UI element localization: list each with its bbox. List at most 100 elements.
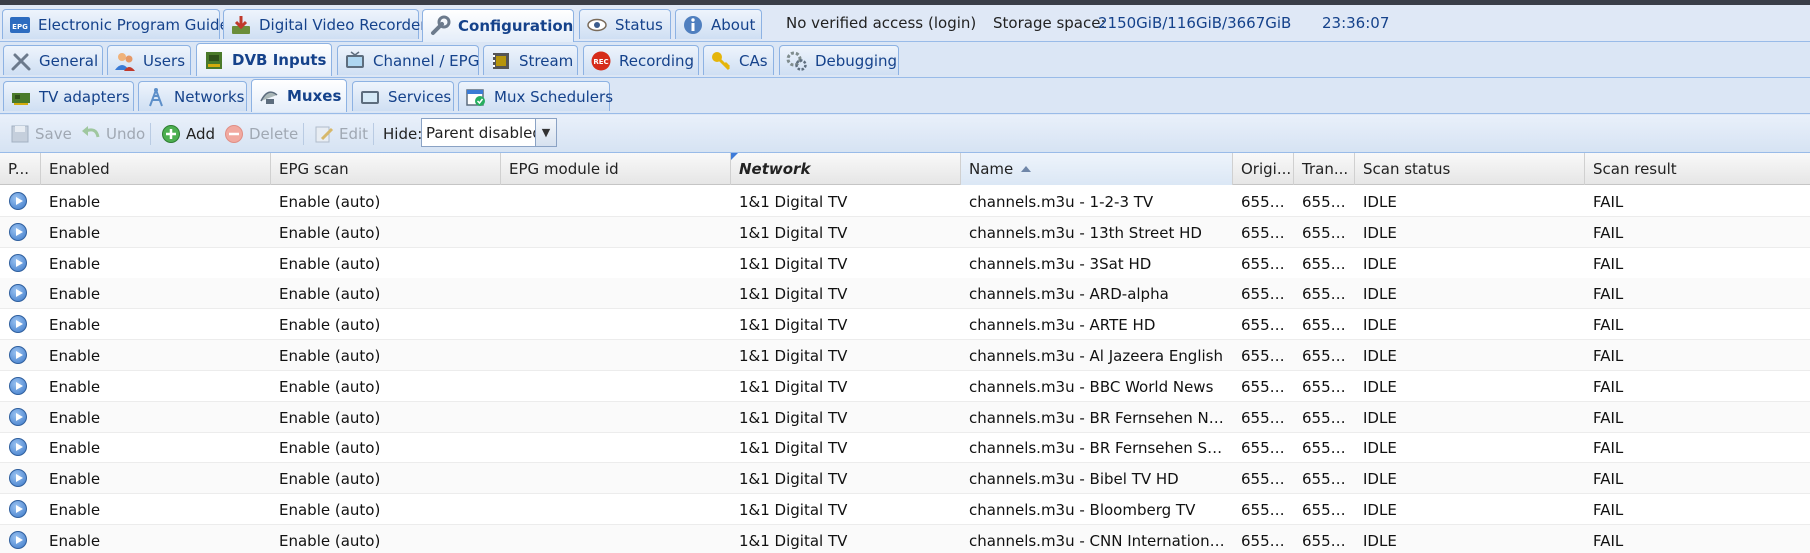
tab-stream[interactable]: Stream xyxy=(483,45,578,75)
table-row[interactable]: Enable Enable (auto) 1&1 Digital TV channel… xyxy=(0,248,1810,279)
original-network-id-cell: 65536 xyxy=(1241,316,1289,335)
network-header-label: Network xyxy=(739,160,811,178)
name-cell: channels.m3u - Bloomberg TV xyxy=(969,501,1196,519)
tab-label: General xyxy=(39,51,99,70)
scan-result-cell: FAIL xyxy=(1593,501,1624,519)
tab-about[interactable]: About xyxy=(675,9,762,39)
play-icon[interactable] xyxy=(9,438,27,457)
play-icon[interactable] xyxy=(9,500,27,518)
tab-users[interactable]: Users xyxy=(107,45,191,75)
enabled-cell: Enable xyxy=(49,285,101,304)
play-icon[interactable] xyxy=(9,315,27,334)
info-icon xyxy=(682,14,704,36)
edit-button[interactable]: Edit xyxy=(313,121,368,147)
tab-channel-epg[interactable]: Channel / EPG xyxy=(337,45,479,75)
table-row[interactable]: Enable Enable (auto) 1&1 Digital TV channel… xyxy=(0,340,1810,371)
scan-result-cell: FAIL xyxy=(1593,316,1624,335)
column-header-name[interactable]: Name xyxy=(961,153,1233,185)
tab-label: Debugging xyxy=(815,51,898,70)
epg-scan-cell: Enable (auto) xyxy=(279,408,381,427)
tab-dvb-inputs[interactable]: DVB Inputs xyxy=(196,43,332,76)
name-cell: channels.m3u - BR Fernsehen Nord... xyxy=(969,408,1233,427)
tab-label: CAs xyxy=(739,51,768,70)
tab-general[interactable]: General xyxy=(3,45,103,75)
table-row[interactable]: Enable Enable (auto) 1&1 Digital TV channel… xyxy=(0,278,1810,310)
network-cell: 1&1 Digital TV xyxy=(739,285,848,304)
play-icon[interactable] xyxy=(9,284,27,303)
transport-stream-id-cell: 65536 xyxy=(1302,439,1350,458)
transport-stream-id-cell: 65536 xyxy=(1302,347,1350,365)
table-row[interactable]: Enable Enable (auto) 1&1 Digital TV channel… xyxy=(0,524,1810,553)
column-header-play[interactable]: P... xyxy=(0,153,41,185)
table-row[interactable]: Enable Enable (auto) 1&1 Digital TV channel… xyxy=(0,186,1810,217)
column-header-epg-scan[interactable]: EPG scan xyxy=(271,153,501,185)
play-icon[interactable] xyxy=(9,253,27,272)
tab-label: Configuration xyxy=(458,17,574,35)
storage-value: 2150GiB/116GiB/3667GiB xyxy=(1098,14,1292,32)
undo-button[interactable]: Undo xyxy=(80,121,145,147)
login-link[interactable]: (login) xyxy=(928,5,976,41)
epg-scan-cell: Enable (auto) xyxy=(279,285,381,304)
transport-stream-id-cell: 65536 xyxy=(1302,531,1350,550)
tab-networks[interactable]: Networks xyxy=(138,81,247,111)
tab-tv-adapters[interactable]: TV adapters xyxy=(3,81,134,111)
tab-digital-video-recorder[interactable]: Digital Video Recorder xyxy=(223,9,426,39)
scan-status-cell: IDLE xyxy=(1363,408,1397,427)
save-label: Save xyxy=(35,125,72,143)
network-cell: 1&1 Digital TV xyxy=(739,377,848,396)
play-icon[interactable] xyxy=(9,192,27,210)
enabled-cell: Enable xyxy=(49,316,101,335)
table-row[interactable]: Enable Enable (auto) 1&1 Digital TV channel… xyxy=(0,309,1810,341)
add-button[interactable]: Add xyxy=(160,121,215,147)
tab-debugging[interactable]: Debugging xyxy=(779,45,899,75)
table-row[interactable]: Enable Enable (auto) 1&1 Digital TV channel… xyxy=(0,216,1810,248)
table-row[interactable]: Enable Enable (auto) 1&1 Digital TV channel… xyxy=(0,432,1810,464)
enabled-cell: Enable xyxy=(49,193,101,211)
play-icon[interactable] xyxy=(9,346,27,364)
table-row[interactable]: Enable Enable (auto) 1&1 Digital TV channel… xyxy=(0,463,1810,495)
table-row[interactable]: Enable Enable (auto) 1&1 Digital TV channel… xyxy=(0,371,1810,402)
access-status: No verified access xyxy=(786,14,924,32)
play-icon[interactable] xyxy=(9,376,27,395)
tab-muxes[interactable]: Muxes xyxy=(251,79,347,112)
tab-configuration[interactable]: Configuration xyxy=(422,9,574,42)
edit-icon xyxy=(313,123,335,145)
play-icon[interactable] xyxy=(9,222,27,241)
sort-ascending-icon xyxy=(1021,166,1032,172)
play-icon[interactable] xyxy=(9,469,27,488)
scan-result-cell: FAIL xyxy=(1593,470,1624,489)
tab-status[interactable]: Status xyxy=(579,9,671,39)
column-header-network[interactable]: Network xyxy=(731,153,961,185)
toolbar-separator xyxy=(373,123,374,145)
epg-module-cell xyxy=(501,463,731,493)
column-header-scan-result[interactable]: Scan result xyxy=(1585,153,1810,185)
tab-electronic-program-guide[interactable]: EPG Electronic Program Guide xyxy=(2,9,229,39)
undo-label: Undo xyxy=(106,125,146,143)
delete-button[interactable]: Delete xyxy=(223,121,298,147)
epg-scan-cell: Enable (auto) xyxy=(279,347,381,365)
epg-scan-cell: Enable (auto) xyxy=(279,439,381,458)
epg-scan-cell: Enable (auto) xyxy=(279,193,381,211)
column-header-epg-module-id[interactable]: EPG module id xyxy=(501,153,731,185)
tab-services[interactable]: Services xyxy=(352,81,454,111)
column-header-transport-stream-id[interactable]: Tran... xyxy=(1294,153,1355,185)
name-cell: channels.m3u - 13th Street HD xyxy=(969,223,1202,242)
transport-stream-id-cell: 65536 xyxy=(1302,408,1350,427)
play-icon[interactable] xyxy=(9,530,27,549)
tab-cas[interactable]: CAs xyxy=(703,45,774,75)
scan-result-cell: FAIL xyxy=(1593,285,1624,304)
table-row[interactable]: Enable Enable (auto) 1&1 Digital TV channel… xyxy=(0,401,1810,433)
hide-filter-select[interactable]: Parent disabled ▼ xyxy=(421,118,557,147)
toolbar-separator xyxy=(303,123,304,145)
scan-result-cell: FAIL xyxy=(1593,254,1624,273)
tab-recording[interactable]: REC Recording xyxy=(583,45,699,75)
tab-mux-schedulers[interactable]: Mux Schedulers xyxy=(458,81,613,111)
column-header-enabled[interactable]: Enabled xyxy=(41,153,271,185)
play-icon[interactable] xyxy=(9,407,27,426)
column-header-original-network-id[interactable]: Origi... xyxy=(1233,153,1294,185)
table-row[interactable]: Enable Enable (auto) 1&1 Digital TV channel… xyxy=(0,494,1810,525)
chevron-down-icon[interactable]: ▼ xyxy=(535,119,556,146)
save-button[interactable]: Save xyxy=(9,121,72,147)
grid-toolbar: Save Undo Add Delete Edit Hide: xyxy=(0,115,1810,153)
column-header-scan-status[interactable]: Scan status xyxy=(1355,153,1585,185)
